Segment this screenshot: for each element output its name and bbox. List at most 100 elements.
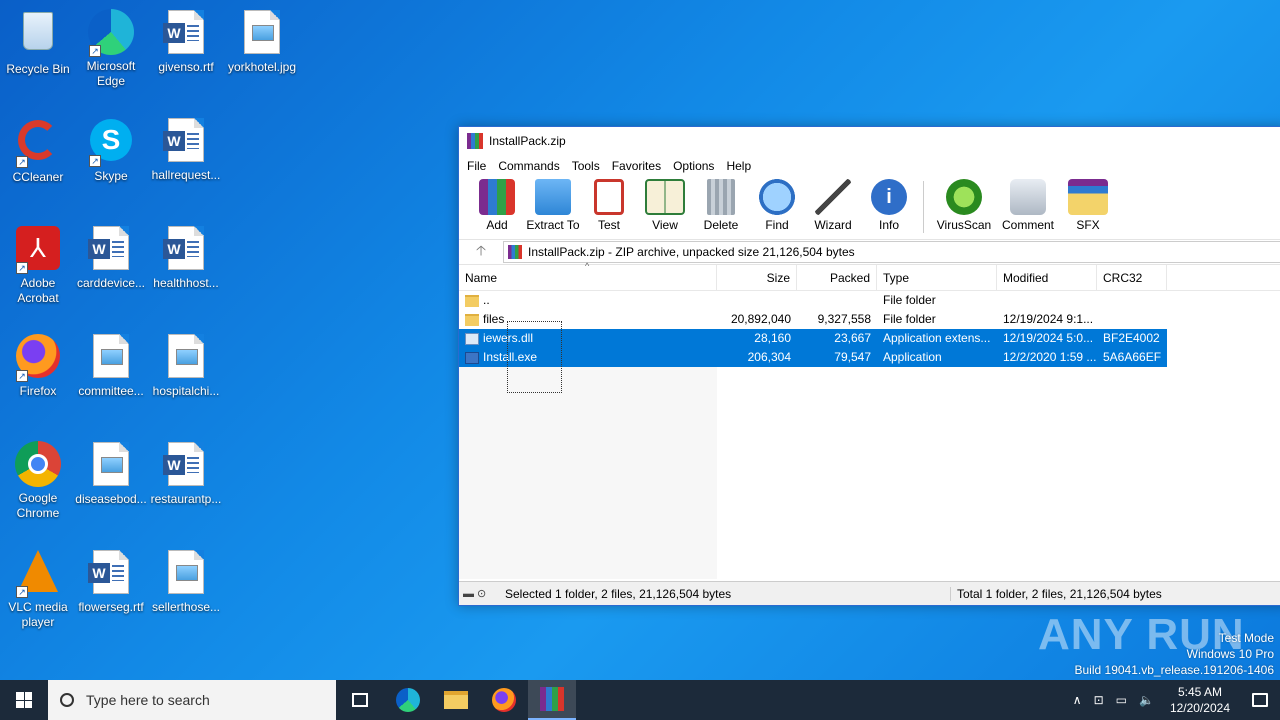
delete-button[interactable]: Delete <box>693 179 749 232</box>
watermark-line3: Build 19041.vb_release.191206-1406 <box>1074 663 1275 677</box>
taskbar-search-box[interactable]: Type here to search <box>48 680 336 720</box>
wizard-button-label: Wizard <box>814 218 852 232</box>
column-crc32[interactable]: CRC32 <box>1097 264 1167 291</box>
table-row[interactable]: Install.exe 206,304 79,547 Application 1… <box>459 348 1167 367</box>
network-icon[interactable]: ▭ <box>1110 693 1133 707</box>
taskbar-winrar[interactable] <box>528 680 576 720</box>
test-button[interactable]: Test <box>581 179 637 232</box>
word-document-icon: W <box>162 10 210 58</box>
list-header: Name Size Packed Type Modified CRC32 ^ <box>459 261 1280 291</box>
word-document-icon: W <box>162 226 210 274</box>
column-size[interactable]: Size <box>717 264 797 291</box>
desktop-icon-label: Skype <box>94 169 128 183</box>
column-packed[interactable]: Packed <box>797 264 877 291</box>
file-size: 28,160 <box>754 331 791 345</box>
selection-marquee <box>507 321 562 393</box>
desktop-icon-carddevice[interactable]: W carddevice... <box>73 224 149 291</box>
drive-icon[interactable]: ▬ ⊙ <box>459 587 503 600</box>
task-view-button[interactable] <box>336 680 384 720</box>
device-icon[interactable]: ⊡ <box>1088 693 1110 707</box>
chevron-up-icon[interactable]: ∧ <box>1067 693 1088 707</box>
desktop-icon-skype[interactable]: S ↗ Skype <box>73 116 149 184</box>
desktop-icon-committee[interactable]: committee... <box>73 332 149 399</box>
recycle-bin-icon <box>14 12 62 60</box>
desktop-icon-ccleaner[interactable]: ↗ CCleaner <box>0 116 76 185</box>
file-type: Application <box>883 350 942 364</box>
desktop-icon-givenso[interactable]: W givenso.rtf <box>148 8 224 75</box>
wizard-button[interactable]: Wizard <box>805 179 861 232</box>
desktop-icon-flowerseg[interactable]: W flowerseg.rtf <box>73 548 149 615</box>
virus-scan-icon <box>946 179 982 215</box>
taskbar-firefox[interactable] <box>480 680 528 720</box>
title-bar[interactable]: InstallPack.zip <box>459 127 1280 155</box>
desktop-icon-firefox[interactable]: ↗ Firefox <box>0 332 76 399</box>
status-bar: ▬ ⊙ Selected 1 folder, 2 files, 21,126,5… <box>459 581 1280 605</box>
system-tray: ∧ ⊡ ▭ 🔈 5:45 AM 12/20/2024 <box>1067 680 1280 720</box>
menu-tools[interactable]: Tools <box>568 159 608 173</box>
table-row[interactable]: .. File folder <box>459 291 1167 310</box>
sort-arrow-icon: ^ <box>585 261 590 271</box>
desktop-icon-adobe-acrobat[interactable]: ⅄ ↗ Adobe Acrobat <box>0 224 76 306</box>
desktop-icon-restaurantp[interactable]: W restaurantp... <box>148 440 224 507</box>
file-size: 20,892,040 <box>730 312 791 326</box>
firefox-icon <box>492 688 516 712</box>
taskbar-edge[interactable] <box>384 680 432 720</box>
desktop-icon-diseasebod[interactable]: diseasebod... <box>73 440 149 507</box>
skype-icon: S ↗ <box>87 119 135 167</box>
desktop-icon-label: CCleaner <box>12 170 64 184</box>
extract-to-button[interactable]: Extract To <box>525 179 581 232</box>
menu-help[interactable]: Help <box>722 159 759 173</box>
desktop-icon-label: hospitalchi... <box>152 384 220 398</box>
desktop-icon-hospitalchi[interactable]: hospitalchi... <box>148 332 224 399</box>
desktop-icon-yorkhotel[interactable]: yorkhotel.jpg <box>224 8 300 75</box>
firefox-icon: ↗ <box>14 334 62 382</box>
speaker-icon[interactable]: 🔈 <box>1133 693 1160 707</box>
desktop-icon-healthhost[interactable]: W healthhost... <box>148 224 224 291</box>
column-type[interactable]: Type <box>877 264 997 291</box>
menu-file[interactable]: File <box>463 159 494 173</box>
menu-favorites[interactable]: Favorites <box>608 159 669 173</box>
desktop-icon-sellerthose[interactable]: sellerthose... <box>148 548 224 615</box>
table-row[interactable]: iewers.dll 28,160 23,667 Application ext… <box>459 329 1167 348</box>
find-button[interactable]: Find <box>749 179 805 232</box>
menu-commands[interactable]: Commands <box>494 159 567 173</box>
comment-button[interactable]: Comment <box>996 179 1060 232</box>
view-button[interactable]: View <box>637 179 693 232</box>
image-file-icon <box>87 442 135 490</box>
zip-archive-icon <box>508 245 522 259</box>
file-crc <box>1097 291 1167 310</box>
notification-icon <box>1252 693 1268 707</box>
extract-to-button-label: Extract To <box>526 218 580 232</box>
vlc-icon: ↗ <box>14 550 62 598</box>
magnifier-icon <box>759 179 795 215</box>
desktop-icon-label: givenso.rtf <box>158 60 214 74</box>
sfx-button[interactable]: SFX <box>1060 179 1116 232</box>
up-arrow-icon[interactable]: 🡡 <box>459 240 503 264</box>
info-button-label: Info <box>878 218 899 232</box>
virusscan-button[interactable]: VirusScan <box>932 179 996 232</box>
edge-icon <box>396 688 420 712</box>
desktop-icon-google-chrome[interactable]: Google Chrome <box>0 440 76 521</box>
book-icon <box>645 179 685 215</box>
info-button[interactable]: i Info <box>861 179 917 232</box>
add-button[interactable]: Add <box>469 179 525 232</box>
taskbar-file-explorer[interactable] <box>432 680 480 720</box>
info-icon: i <box>871 179 907 215</box>
image-file-icon <box>162 334 210 382</box>
file-list[interactable]: Name Size Packed Type Modified CRC32 ^ .… <box>459 261 1280 579</box>
desktop-icon-vlc[interactable]: ↗ VLC media player <box>0 548 76 630</box>
column-modified[interactable]: Modified <box>997 264 1097 291</box>
table-row[interactable]: files 20,892,040 9,327,558 File folder 1… <box>459 310 1167 329</box>
menu-options[interactable]: Options <box>669 159 722 173</box>
desktop-icon-hallrequest[interactable]: W hallrequest... <box>148 116 224 183</box>
desktop-icon-recycle-bin[interactable]: Recycle Bin <box>0 8 76 77</box>
desktop-icon-label: Recycle Bin <box>6 62 70 76</box>
archive-path-field[interactable]: InstallPack.zip - ZIP archive, unpacked … <box>503 241 1280 263</box>
desktop-icon-microsoft-edge[interactable]: ↗ Microsoft Edge <box>73 8 149 89</box>
winrar-window[interactable]: InstallPack.zip File Commands Tools Favo… <box>458 126 1280 606</box>
start-button[interactable] <box>0 680 48 720</box>
clock[interactable]: 5:45 AM 12/20/2024 <box>1160 684 1240 716</box>
find-button-label: Find <box>765 218 789 232</box>
notification-button[interactable] <box>1240 680 1280 720</box>
desktop-icon-label: diseasebod... <box>75 492 147 506</box>
